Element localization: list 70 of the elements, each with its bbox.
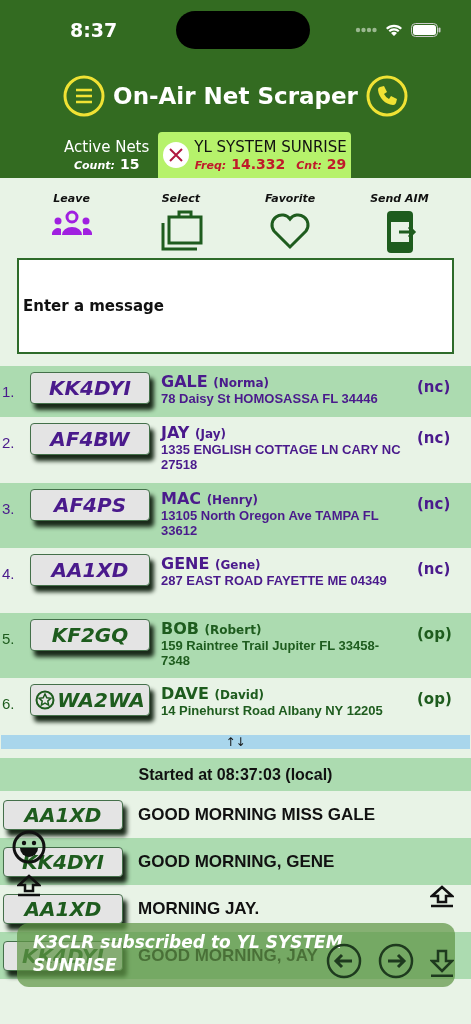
heart-icon — [270, 213, 310, 249]
member-name: JAY (Jay) — [161, 423, 227, 442]
count-label: Cnt: — [296, 159, 322, 172]
scroll-top-icon[interactable] — [430, 885, 454, 908]
callsign-button[interactable]: KK4DYI — [3, 846, 123, 877]
chat-message: MORNING JAY. — [138, 898, 260, 919]
app-title: On-Air Net Scraper — [113, 83, 358, 109]
member-name: MAC (Henry) — [161, 489, 260, 508]
check-in-status: (nc) — [417, 428, 451, 447]
menu-button[interactable] — [63, 75, 106, 117]
count-value: 29 — [326, 156, 347, 172]
tab-label: Active Nets — [64, 138, 150, 156]
row-number: 6. — [1, 694, 16, 712]
callsign-button[interactable]: AF4BW — [30, 423, 150, 455]
check-in-status: (nc) — [417, 494, 451, 513]
member-address: 14 Pinehurst Road Albany NY 12205 — [161, 703, 384, 718]
callsign-button[interactable]: KK4DYI — [30, 372, 150, 404]
scroll-top-icon[interactable] — [17, 874, 41, 897]
count-value: 15 — [119, 156, 140, 172]
message-field[interactable]: Enter a message — [17, 258, 454, 354]
row-number: 4. — [1, 564, 16, 582]
member-name: GENE (Gene) — [161, 554, 262, 573]
tab-label: YL SYSTEM SUNRISE — [194, 138, 347, 156]
star-icon — [35, 690, 56, 710]
splitter-handle[interactable]: ↑↓ — [1, 735, 470, 749]
battery-icon — [411, 23, 441, 37]
clock-time: 8:37 — [70, 19, 119, 41]
chat-message: GOOD MORNING, GENE — [138, 851, 335, 872]
member-name: DAVE (David) — [161, 684, 266, 703]
phone-button[interactable] — [365, 75, 408, 117]
log-header: Started at 08:37:03 (local) — [0, 758, 471, 791]
scroll-bottom-icon[interactable] — [430, 949, 454, 977]
member-address: 13105 North Oregon Ave TAMPA FL 33612 — [161, 508, 380, 538]
row-number: 5. — [1, 629, 16, 647]
exit-icon — [387, 211, 417, 253]
member-address: 287 EAST ROAD FAYETTE ME 04349 — [161, 573, 388, 588]
check-in-status: (op) — [417, 689, 452, 708]
next-icon[interactable] — [378, 943, 414, 979]
action-button[interactable]: Favorite — [235, 192, 345, 255]
member-name: GALE (Norma) — [161, 372, 270, 391]
signal-icon — [355, 27, 377, 33]
callsign-button[interactable]: AF4PS — [30, 489, 150, 521]
member-address: 159 Raintree Trail Jupiter FL 33458-7348 — [161, 638, 380, 668]
freq-label: Freq: — [194, 159, 227, 172]
net-tab[interactable]: YL SYSTEM SUNRISE Freq: 14.332 Cnt: 29 — [158, 132, 351, 178]
callsign-button[interactable]: AA1XD — [3, 893, 123, 924]
wifi-icon — [385, 23, 403, 37]
chat-message: GOOD MORNING MISS GALE — [138, 804, 376, 825]
callsign-button[interactable]: KF2GQ — [30, 619, 150, 651]
row-number: 1. — [1, 382, 16, 400]
action-button[interactable]: Select — [126, 192, 236, 255]
check-in-status: (op) — [417, 624, 452, 643]
count-label: Count: — [73, 159, 115, 172]
net-tab[interactable]: Active Nets Count: 15 — [60, 132, 154, 178]
briefcase-icon — [161, 210, 203, 251]
callsign-button[interactable]: AA1XD — [3, 799, 123, 830]
group-icon — [51, 210, 92, 235]
close-icon[interactable] — [162, 141, 191, 169]
action-button[interactable]: Send AIM — [344, 192, 454, 255]
check-in-status: (nc) — [417, 377, 451, 396]
callsign-button[interactable]: AA1XD — [30, 554, 150, 586]
member-address: 1335 ENGLISH COTTAGE LN CARY NC 27518 — [161, 442, 401, 472]
member-address: 78 Daisy St HOMOSASSA FL 34446 — [161, 391, 379, 406]
freq-value: 14.332 — [231, 156, 286, 172]
row-number: 3. — [1, 499, 16, 517]
action-button[interactable]: Leave — [17, 192, 127, 255]
check-in-status: (nc) — [417, 559, 451, 578]
member-name: BOB (Robert) — [161, 619, 263, 638]
row-number: 2. — [1, 433, 16, 451]
callsign-button[interactable]: WA2WA — [30, 684, 150, 716]
